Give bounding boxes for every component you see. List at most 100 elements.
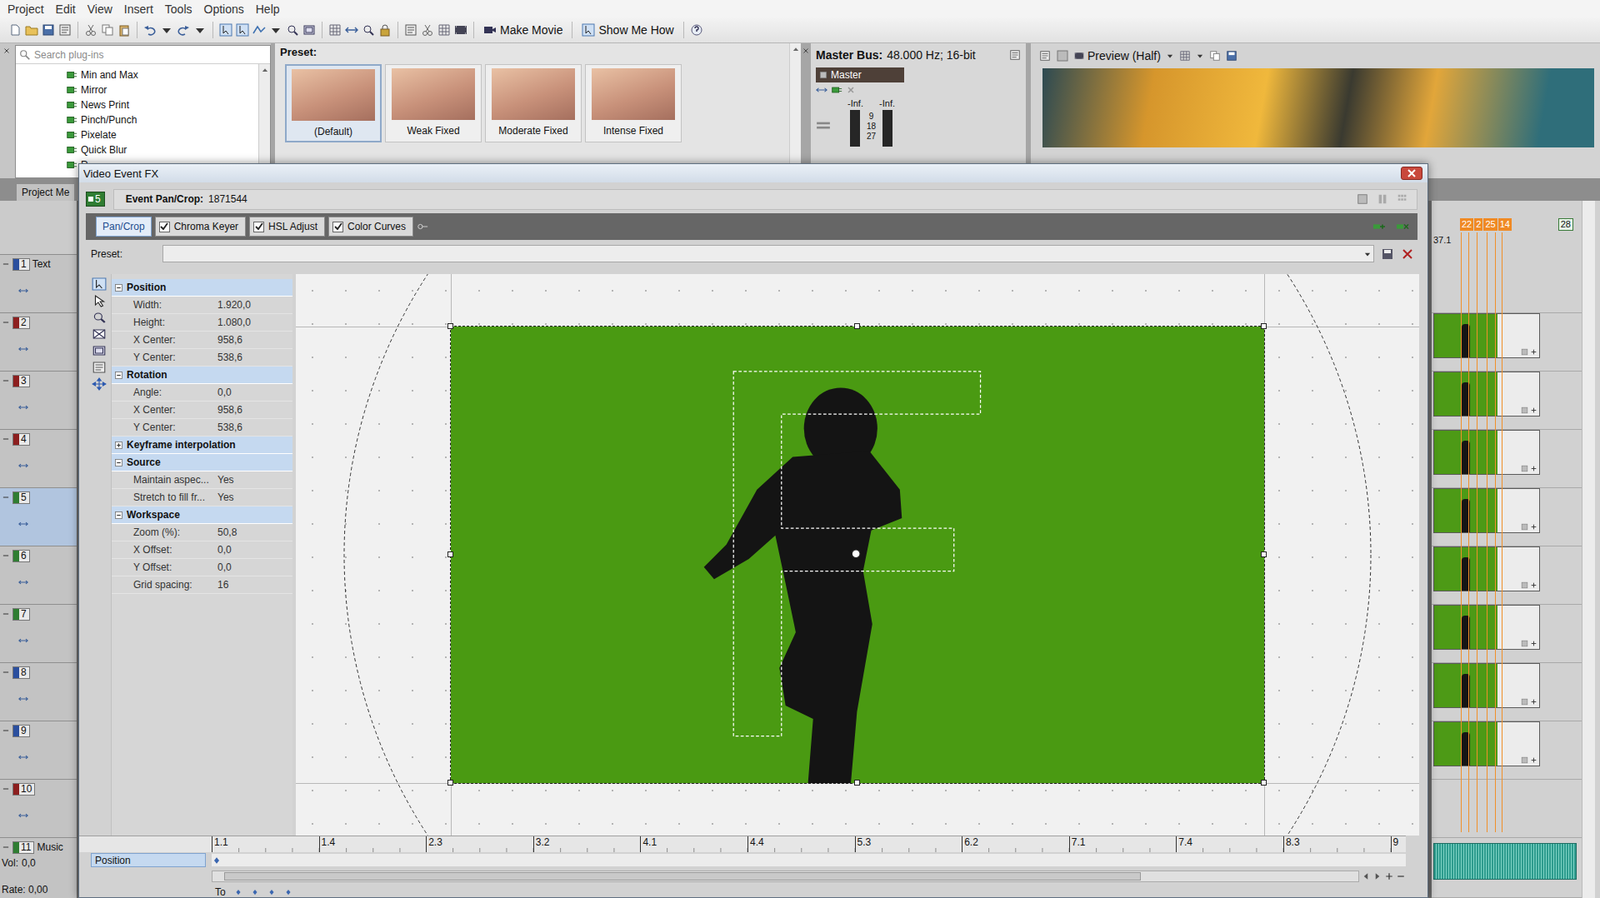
property-row[interactable]: Stretch to fill fr...Yes bbox=[111, 489, 293, 507]
cut-icon[interactable] bbox=[84, 23, 98, 37]
plugin-item[interactable]: News Print bbox=[65, 97, 259, 113]
property-row[interactable]: Maintain aspec...Yes bbox=[111, 471, 293, 490]
scrollbar[interactable] bbox=[258, 64, 270, 178]
resize-handle[interactable] bbox=[447, 323, 454, 330]
grid-icon[interactable] bbox=[328, 23, 342, 37]
audio-clip[interactable] bbox=[1433, 843, 1577, 880]
property-value[interactable]: 50,8 bbox=[217, 526, 293, 539]
collapse-icon[interactable] bbox=[1, 726, 10, 735]
route-icon[interactable] bbox=[830, 85, 843, 95]
property-row[interactable]: Zoom (%):50,8 bbox=[111, 524, 293, 542]
expand-icon[interactable] bbox=[115, 459, 123, 467]
fx-icon[interactable] bbox=[1530, 698, 1538, 706]
property-value[interactable]: Yes bbox=[217, 474, 293, 486]
dropdown-icon[interactable] bbox=[1195, 51, 1205, 60]
fx-icon[interactable] bbox=[1530, 756, 1538, 765]
selection-tool-icon[interactable] bbox=[235, 23, 250, 37]
marker[interactable]: 14 bbox=[1498, 218, 1512, 231]
chain-button[interactable]: HSL Adjust bbox=[249, 216, 325, 237]
auto-ripple-icon[interactable] bbox=[345, 23, 359, 37]
property-value[interactable]: 538,6 bbox=[217, 351, 293, 364]
track-header[interactable]: 7 bbox=[0, 605, 77, 664]
external-monitor-icon[interactable] bbox=[1055, 49, 1070, 63]
save-icon[interactable] bbox=[41, 23, 55, 37]
fx-icon[interactable] bbox=[1530, 348, 1538, 356]
grid-icon[interactable] bbox=[1179, 50, 1191, 62]
property-row[interactable]: Y Center:538,6 bbox=[111, 349, 293, 367]
chain-button[interactable]: Color Curves bbox=[328, 216, 414, 237]
preset-thumbnail[interactable]: Intense Fixed bbox=[585, 64, 682, 143]
automation-icon[interactable] bbox=[18, 695, 29, 704]
track-header[interactable]: 5 bbox=[0, 488, 77, 547]
scroll-thumb[interactable] bbox=[224, 872, 1141, 881]
video-frame[interactable] bbox=[450, 326, 1265, 784]
scroll-right-icon[interactable] bbox=[1372, 871, 1383, 882]
scrollbar[interactable] bbox=[211, 870, 1360, 883]
track-header[interactable]: 4 bbox=[0, 430, 77, 489]
keyframe-icon[interactable] bbox=[250, 888, 260, 897]
properties-icon[interactable] bbox=[58, 23, 72, 37]
automation-icon[interactable] bbox=[18, 811, 29, 820]
fader-icon[interactable] bbox=[815, 120, 831, 132]
copy-icon[interactable] bbox=[100, 23, 115, 37]
checkbox[interactable] bbox=[159, 221, 170, 233]
fx-icon[interactable] bbox=[1530, 523, 1538, 531]
property-value[interactable]: 16 bbox=[217, 579, 293, 591]
automation-icon[interactable] bbox=[18, 345, 29, 354]
zoom-icon[interactable] bbox=[91, 310, 107, 325]
menu-item[interactable]: Tools bbox=[159, 0, 199, 18]
expand-icon[interactable] bbox=[115, 511, 123, 520]
marker[interactable]: 22 bbox=[1460, 218, 1474, 231]
region-marker[interactable]: 28 bbox=[1558, 218, 1574, 231]
scrollbar[interactable] bbox=[1581, 200, 1595, 898]
preview-quality[interactable]: Preview (Half) bbox=[1074, 49, 1161, 63]
track-header[interactable]: 11MusicVol:0,0Rate: 0,00 bbox=[0, 838, 77, 898]
track-header[interactable]: 2 bbox=[0, 313, 77, 372]
pan-crop-icon[interactable] bbox=[1520, 698, 1529, 706]
chain-button[interactable]: Chroma Keyer bbox=[155, 216, 246, 237]
automation-icon[interactable] bbox=[18, 520, 29, 529]
property-section[interactable]: Position bbox=[111, 279, 293, 297]
property-value[interactable]: 1.920,0 bbox=[217, 299, 293, 311]
property-row[interactable]: X Offset:0,0 bbox=[111, 541, 293, 560]
snap-icon[interactable] bbox=[302, 23, 316, 37]
property-row[interactable]: Y Center:538,6 bbox=[111, 419, 293, 437]
menu-item[interactable]: Options bbox=[198, 0, 250, 18]
pan-crop-icon[interactable] bbox=[1520, 581, 1529, 590]
expand-icon[interactable] bbox=[115, 371, 123, 380]
automation-icon[interactable] bbox=[18, 636, 29, 645]
workspace-canvas[interactable] bbox=[295, 274, 1420, 836]
mask-icon[interactable] bbox=[91, 327, 107, 341]
property-section[interactable]: Keyframe interpolation bbox=[111, 436, 293, 455]
properties-icon[interactable] bbox=[1009, 49, 1021, 61]
arrow-icon[interactable] bbox=[91, 294, 107, 308]
chain-button[interactable]: Pan/Crop bbox=[95, 216, 152, 237]
track-header[interactable]: 9 bbox=[0, 721, 77, 780]
redo-icon[interactable] bbox=[176, 23, 190, 37]
pan-crop-icon[interactable] bbox=[1520, 406, 1529, 415]
resize-handle[interactable] bbox=[1260, 780, 1267, 786]
plugin-search[interactable]: Search plug-ins bbox=[15, 45, 270, 65]
resize-handle[interactable] bbox=[1260, 551, 1267, 558]
property-section[interactable]: Workspace bbox=[111, 506, 293, 525]
property-value[interactable]: 958,6 bbox=[217, 334, 293, 346]
plugin-item[interactable]: Quick Blur bbox=[65, 142, 259, 158]
property-row[interactable]: X Center:958,6 bbox=[111, 401, 293, 420]
plugin-item[interactable]: Min and Max bbox=[65, 67, 259, 83]
mute-icon[interactable] bbox=[845, 85, 856, 95]
remove-plugin-icon[interactable] bbox=[1395, 220, 1410, 233]
collapse-icon[interactable] bbox=[1, 318, 10, 327]
snap-icon[interactable] bbox=[91, 344, 107, 358]
property-value[interactable]: 538,6 bbox=[217, 421, 293, 434]
track-header[interactable]: 6 bbox=[0, 546, 77, 605]
scroll-up-icon[interactable] bbox=[260, 65, 270, 75]
open-icon[interactable] bbox=[25, 23, 39, 37]
collapse-icon[interactable] bbox=[1, 610, 10, 619]
save-snapshot-icon[interactable] bbox=[1225, 50, 1238, 62]
property-row[interactable]: Grid spacing:16 bbox=[111, 576, 293, 595]
menu-item[interactable]: Insert bbox=[118, 0, 160, 18]
close-icon[interactable] bbox=[2, 46, 11, 55]
preset-thumbnail[interactable]: (Default) bbox=[285, 64, 382, 143]
lock-icon[interactable] bbox=[378, 23, 392, 37]
automation-icon[interactable] bbox=[18, 403, 29, 412]
